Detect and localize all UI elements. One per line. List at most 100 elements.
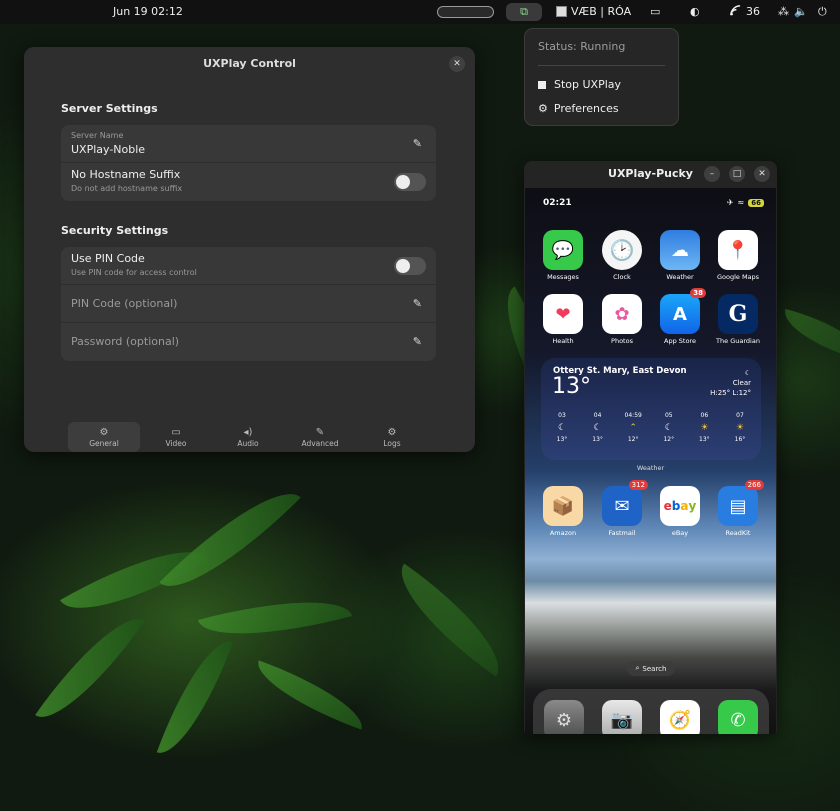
- clock-icon: 🕑: [602, 230, 642, 270]
- use-pin-toggle[interactable]: [394, 257, 426, 275]
- widget-label: Weather: [636, 464, 665, 472]
- fastmail-icon: ✉ 312: [602, 480, 648, 526]
- preferences-item[interactable]: ⚙ Preferences: [538, 102, 619, 115]
- app-amazon[interactable]: 📦 Amazon: [543, 486, 583, 537]
- stop-uxplay-item[interactable]: Stop UXPlay: [538, 78, 621, 91]
- workspace-indicator[interactable]: [437, 6, 494, 18]
- sun-icon: ☀: [735, 423, 744, 433]
- keyboard-layout[interactable]: VÆB | RÓA: [556, 5, 631, 18]
- app-fastmail[interactable]: ✉ 312 Fastmail: [602, 480, 648, 537]
- app-readkit[interactable]: ▤ 266 ReadKit: [718, 480, 764, 537]
- password-row[interactable]: Password (optional) ✎: [61, 323, 436, 361]
- app-clock[interactable]: 🕑 Clock: [602, 230, 642, 281]
- volume-icon[interactable]: 🔈: [794, 5, 808, 18]
- moon-icon: ☾: [557, 423, 567, 433]
- stop-icon: [538, 80, 546, 89]
- bottom-tab-bar: ⚙ General ▭ Video ◂) Audio ✎ Advanced ⚙ …: [68, 422, 428, 452]
- hour-item: 04:59 ⌃ 12°: [618, 410, 648, 446]
- search-icon: ⌕: [635, 664, 640, 672]
- app-label: Clock: [613, 273, 631, 281]
- hour-item: 07 ☀ 16°: [725, 410, 755, 446]
- minimize-button[interactable]: –: [704, 166, 720, 182]
- power-icon[interactable]: ⏻: [818, 5, 827, 19]
- app-label: Amazon: [549, 529, 577, 537]
- guardian-icon: G: [718, 294, 758, 334]
- hourly-forecast: 03 ☾ 13° 04 ☾ 13° 04:59 ⌃ 12° 05 ☾ 12° 06 ☀ 13° 07…: [547, 410, 755, 446]
- clipboard-icon[interactable]: ▭: [650, 5, 660, 18]
- app-health[interactable]: ❤ Health: [543, 294, 583, 345]
- tab-general[interactable]: ⚙ General: [68, 422, 140, 452]
- uxplay-tray-icon[interactable]: ⧉: [506, 3, 542, 21]
- server-settings-card: Server Name UXPlay-Noble ✎ No Hostname S…: [61, 125, 436, 201]
- weather-widget[interactable]: Ottery St. Mary, East Devon 13° ☾ Clear …: [541, 358, 761, 460]
- use-pin-title: Use PIN Code: [71, 252, 145, 265]
- close-button[interactable]: ✕: [449, 56, 465, 72]
- maximize-icon: □: [732, 169, 742, 179]
- app-label: Photos: [611, 337, 633, 345]
- hour-item: 05 ☾ 12°: [654, 410, 684, 446]
- app-the-guardian[interactable]: G The Guardian: [716, 294, 760, 345]
- wifi-icon: ≈: [737, 198, 745, 207]
- keyboard-icon: [556, 6, 567, 17]
- pin-code-field[interactable]: PIN Code (optional): [71, 297, 177, 310]
- app-ebay[interactable]: ebay eBay: [660, 486, 700, 537]
- home-search-button[interactable]: ⌕ Search: [627, 661, 675, 676]
- network-icon[interactable]: ⁂: [778, 5, 789, 18]
- tab-audio[interactable]: ◂) Audio: [212, 422, 284, 452]
- app-app-store[interactable]: A 38 App Store: [660, 288, 706, 345]
- server-name-row[interactable]: Server Name UXPlay-Noble ✎: [61, 125, 436, 163]
- clock[interactable]: Jun 19 02:12: [113, 5, 183, 18]
- menu-separator: [538, 65, 665, 66]
- status-text: Status: Running: [538, 40, 626, 53]
- tab-logs[interactable]: ⚙ Logs: [356, 422, 428, 452]
- tab-video[interactable]: ▭ Video: [140, 422, 212, 452]
- hour-item: 03 ☾ 13°: [547, 410, 577, 446]
- no-hostname-subtitle: Do not add hostname suffix: [71, 184, 183, 193]
- uxplay-control-window: UXPlay Control ✕ Server Settings Server …: [24, 47, 475, 452]
- phone-screen[interactable]: 02:21 ✈ ≈ 66 💬 Messages 🕑 Clock ☁ Weathe…: [525, 188, 776, 734]
- maximize-button[interactable]: □: [729, 166, 745, 182]
- no-hostname-title: No Hostname Suffix: [71, 168, 181, 181]
- weather-condition: Clear: [732, 379, 751, 387]
- no-hostname-toggle[interactable]: [394, 173, 426, 191]
- photos-icon: ✿: [602, 294, 642, 334]
- app-label: Google Maps: [716, 273, 760, 281]
- dock-camera[interactable]: 📷: [602, 700, 642, 734]
- server-name-field[interactable]: UXPlay-Noble: [71, 143, 145, 156]
- dock-safari[interactable]: 🧭: [660, 700, 700, 734]
- sunrise-icon: ⌃: [629, 423, 637, 433]
- phone-dock: ⚙ 📷 🧭 ✆: [533, 689, 769, 734]
- pin-code-row[interactable]: PIN Code (optional) ✎: [61, 285, 436, 323]
- wifi-icon[interactable]: [730, 5, 741, 19]
- dock-settings[interactable]: ⚙: [544, 700, 584, 734]
- messages-icon: 💬: [543, 230, 583, 270]
- edit-icon[interactable]: ✎: [413, 297, 422, 310]
- window-title: UXPlay Control: [203, 57, 296, 70]
- close-icon: ✕: [758, 169, 766, 179]
- app-google-maps[interactable]: 📍 Google Maps: [717, 230, 759, 281]
- moon-icon: ☾: [593, 423, 602, 433]
- use-pin-row: Use PIN Code Use PIN code for access con…: [61, 247, 436, 285]
- weather-hi-lo: H:25° L:12°: [710, 389, 751, 397]
- dock-phone[interactable]: ✆: [718, 700, 758, 734]
- heart-icon: ❤: [543, 294, 583, 334]
- app-weather[interactable]: ☁ Weather: [660, 230, 700, 281]
- close-button[interactable]: ✕: [754, 166, 770, 182]
- edit-icon[interactable]: ✎: [413, 335, 422, 348]
- edit-icon[interactable]: ✎: [413, 137, 422, 150]
- app-photos[interactable]: ✿ Photos: [602, 294, 642, 345]
- security-settings-heading: Security Settings: [61, 224, 169, 237]
- pen-icon: ✎: [315, 426, 325, 438]
- app-messages[interactable]: 💬 Messages: [543, 230, 583, 281]
- night-light-icon[interactable]: ◐: [690, 5, 700, 18]
- tab-label: Audio: [237, 438, 259, 448]
- phone-time: 02:21: [543, 198, 572, 208]
- app-label: Weather: [666, 273, 694, 281]
- weather-temp: 13°: [552, 374, 591, 399]
- top-bar: Jun 19 02:12 ⧉ VÆB | RÓA ▭ ◐ 36 ⁂ 🔈 ⏻: [0, 0, 840, 24]
- tab-advanced[interactable]: ✎ Advanced: [284, 422, 356, 452]
- password-field[interactable]: Password (optional): [71, 335, 179, 348]
- minimize-icon: –: [709, 169, 715, 179]
- moon-icon: ☾: [664, 423, 673, 433]
- gear-icon: ⚙: [387, 426, 397, 438]
